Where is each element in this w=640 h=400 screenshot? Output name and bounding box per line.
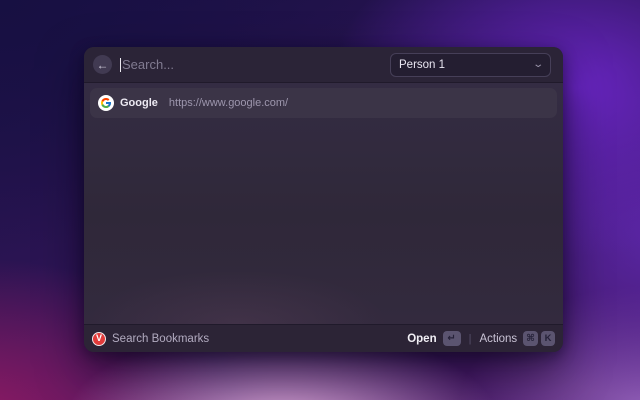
result-url: https://www.google.com/ bbox=[169, 97, 288, 109]
footer-mode-label: Search Bookmarks bbox=[112, 333, 209, 345]
k-key-icon: K bbox=[541, 331, 555, 346]
open-label: Open bbox=[407, 333, 436, 345]
command-key-icon: ⌘ bbox=[523, 331, 538, 346]
google-favicon-icon bbox=[98, 95, 114, 111]
enter-key-icon: ↵ bbox=[443, 331, 461, 346]
search-field-wrap bbox=[120, 57, 382, 72]
result-row-google[interactable]: Google https://www.google.com/ bbox=[90, 88, 557, 118]
results-list: Google https://www.google.com/ bbox=[84, 83, 563, 324]
chevron-down-icon: ⌄ bbox=[532, 60, 544, 70]
quick-commands-dialog: ← Person 1 ⌄ Google https://www.google.c… bbox=[84, 47, 563, 352]
text-caret bbox=[120, 58, 121, 72]
search-input[interactable] bbox=[122, 57, 382, 72]
vivaldi-letter: V bbox=[96, 334, 102, 343]
vivaldi-logo-icon: V bbox=[92, 332, 106, 346]
profile-dropdown-label: Person 1 bbox=[399, 59, 528, 71]
result-title: Google bbox=[120, 97, 158, 109]
actions-label: Actions bbox=[479, 333, 517, 345]
profile-dropdown[interactable]: Person 1 ⌄ bbox=[390, 53, 551, 77]
actions-shortcut-keys: ⌘ K bbox=[523, 331, 555, 346]
footer-separator: | bbox=[467, 333, 474, 345]
back-arrow-icon: ← bbox=[97, 59, 109, 71]
dialog-header: ← Person 1 ⌄ bbox=[84, 47, 563, 82]
back-button[interactable]: ← bbox=[93, 55, 112, 74]
dialog-footer: V Search Bookmarks Open ↵ | Actions ⌘ K bbox=[84, 324, 563, 352]
